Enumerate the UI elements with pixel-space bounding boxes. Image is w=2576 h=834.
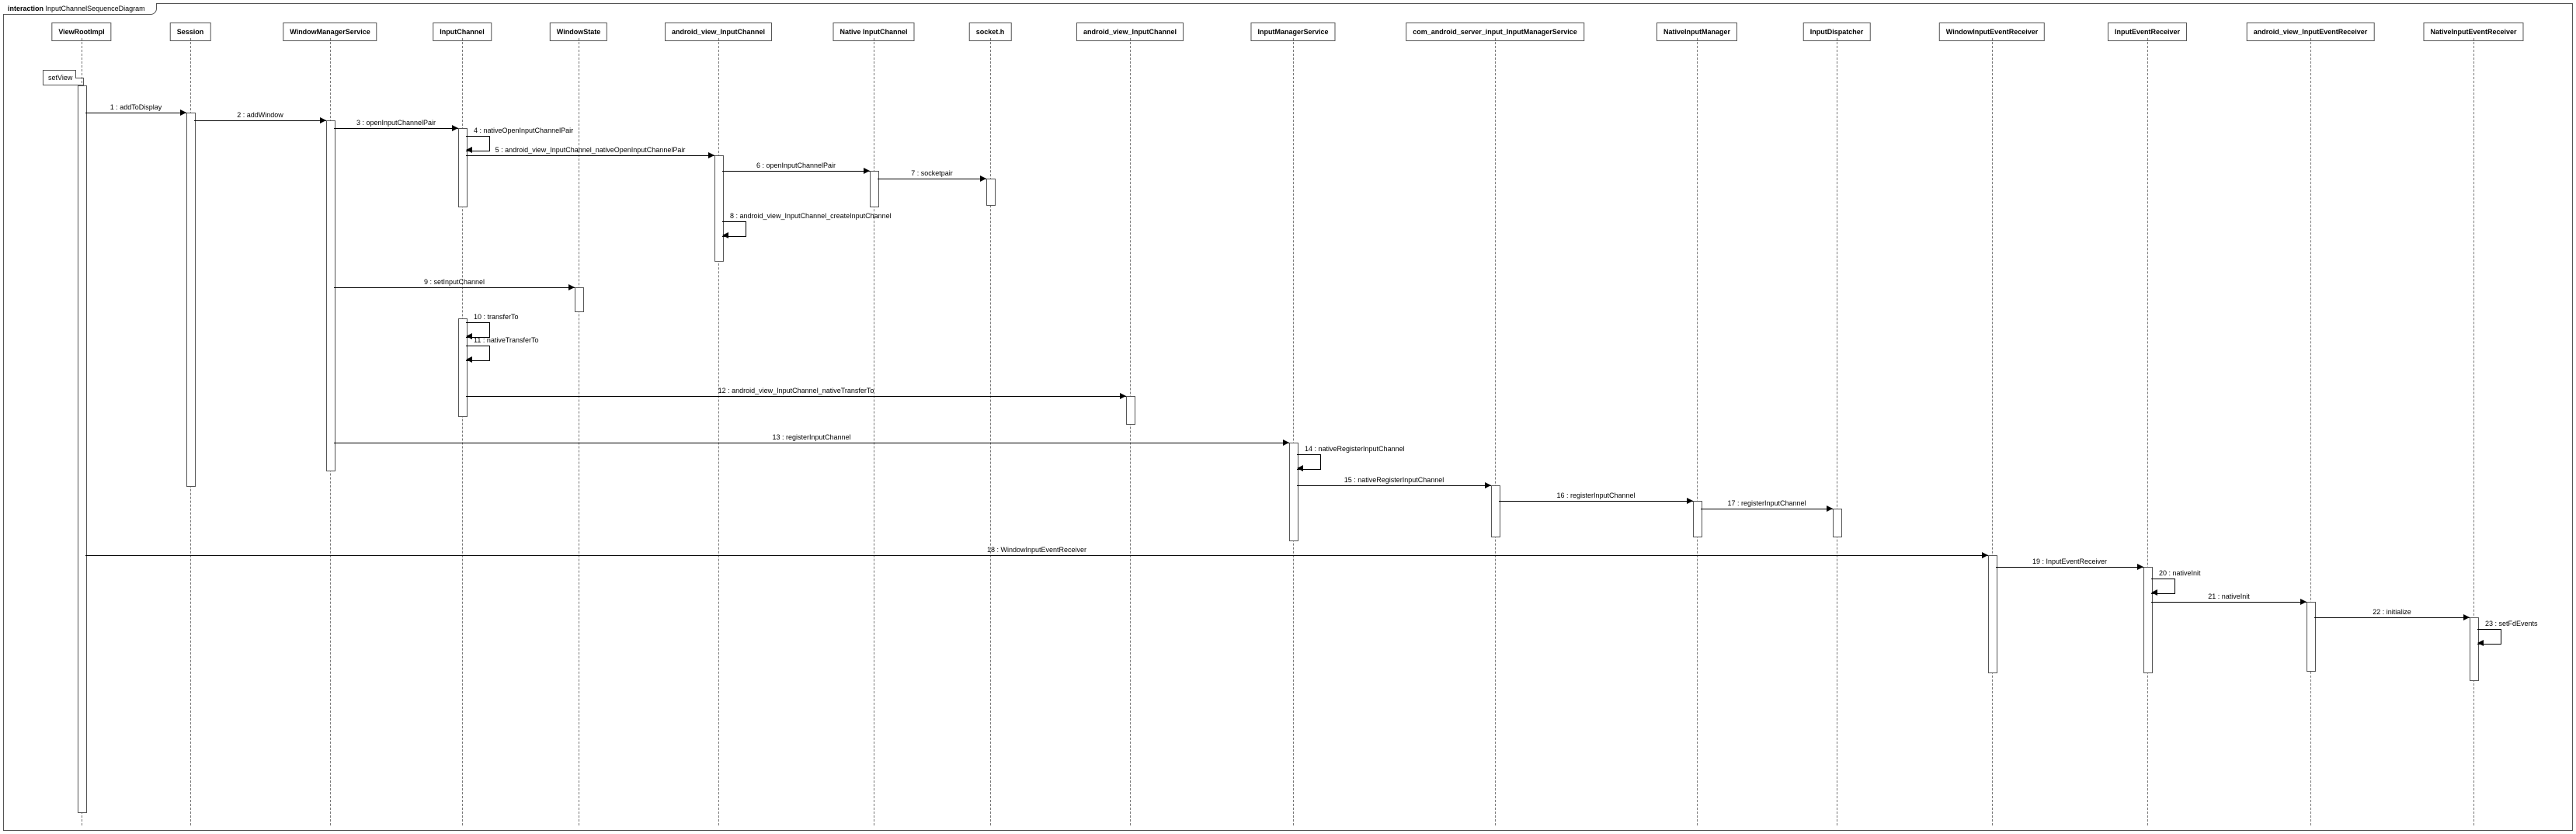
frame-name: InputChannelSequenceDiagram — [46, 5, 145, 12]
sequence-diagram-frame: interaction InputChannelSequenceDiagram … — [3, 3, 2573, 831]
message-label-4: 4 : nativeOpenInputChannelPair — [474, 127, 573, 134]
arrow-icon — [466, 356, 472, 363]
activation-14 — [1988, 555, 1997, 673]
activation-2 — [326, 120, 335, 471]
lifeline-line-14 — [2147, 38, 2148, 825]
message-label-13: 13 : registerInputChannel — [338, 433, 1285, 441]
lifeline-line-15 — [2310, 38, 2311, 825]
activation-16 — [2307, 602, 2316, 672]
message-label-20: 20 : nativeInit — [2159, 569, 2201, 577]
lifeline-line-7 — [990, 38, 991, 825]
arrow-icon — [2477, 640, 2484, 646]
activation-11 — [1491, 485, 1500, 537]
message-label-14: 14 : nativeRegisterInputChannel — [1305, 445, 1405, 453]
message-label-6: 6 : openInputChannelPair — [726, 162, 866, 169]
message-16 — [1499, 501, 1693, 502]
lifeline-line-11 — [1697, 38, 1698, 825]
message-label-7: 7 : socketpair — [881, 169, 982, 177]
activation-5 — [575, 287, 584, 312]
message-label-10: 10 : transferTo — [474, 313, 519, 321]
message-15 — [1297, 485, 1491, 486]
message-label-2: 2 : addWindow — [198, 111, 322, 119]
message-label-17: 17 : registerInputChannel — [1705, 499, 1829, 507]
lifeline-line-10 — [1495, 38, 1496, 825]
frame-keyword: interaction — [8, 5, 43, 12]
activation-7 — [870, 171, 879, 207]
lifeline-line-9 — [1293, 38, 1294, 825]
message-label-11: 11 : nativeTransferTo — [474, 336, 539, 344]
message-label-3: 3 : openInputChannelPair — [338, 119, 454, 127]
message-3 — [334, 128, 458, 129]
lifeline-line-8 — [1130, 38, 1131, 825]
frame-title: interaction InputChannelSequenceDiagram — [3, 3, 157, 15]
message-label-23: 23 : setFdEvents — [2485, 620, 2538, 627]
message-12 — [466, 396, 1126, 397]
activation-12 — [1693, 501, 1702, 537]
message-18 — [85, 555, 1988, 556]
activation-9 — [1126, 396, 1135, 425]
message-5 — [466, 155, 714, 156]
message-2 — [194, 120, 326, 121]
message-label-19: 19 : InputEventReceiver — [2000, 558, 2140, 565]
arrow-icon — [722, 232, 728, 238]
arrow-icon — [1297, 465, 1303, 471]
message-label-12: 12 : android_view_InputChannel_nativeTra… — [470, 387, 1122, 394]
activation-0 — [78, 85, 87, 813]
found-message-note: setView — [43, 70, 84, 85]
message-label-21: 21 : nativeInit — [2155, 592, 2303, 600]
activation-17 — [2470, 617, 2479, 681]
message-22 — [2314, 617, 2470, 618]
message-label-16: 16 : registerInputChannel — [1503, 492, 1689, 499]
message-9 — [334, 287, 575, 288]
arrow-icon — [466, 333, 472, 339]
activation-13 — [1833, 509, 1842, 537]
message-21 — [2151, 602, 2307, 603]
message-6 — [722, 171, 870, 172]
message-label-15: 15 : nativeRegisterInputChannel — [1301, 476, 1487, 484]
message-label-8: 8 : android_view_InputChannel_createInpu… — [730, 212, 892, 220]
message-label-1: 1 : addToDisplay — [89, 103, 183, 111]
lifeline-line-13 — [1992, 38, 1993, 825]
message-19 — [1996, 567, 2143, 568]
message-label-5: 5 : android_view_InputChannel_nativeOpen… — [470, 146, 711, 154]
activation-1 — [186, 113, 196, 487]
lifeline-line-16 — [2473, 38, 2474, 825]
activation-8 — [986, 179, 996, 206]
message-label-18: 18 : WindowInputEventReceiver — [89, 546, 1984, 554]
message-label-9: 9 : setInputChannel — [338, 278, 571, 286]
message-label-22: 22 : initialize — [2318, 608, 2466, 616]
